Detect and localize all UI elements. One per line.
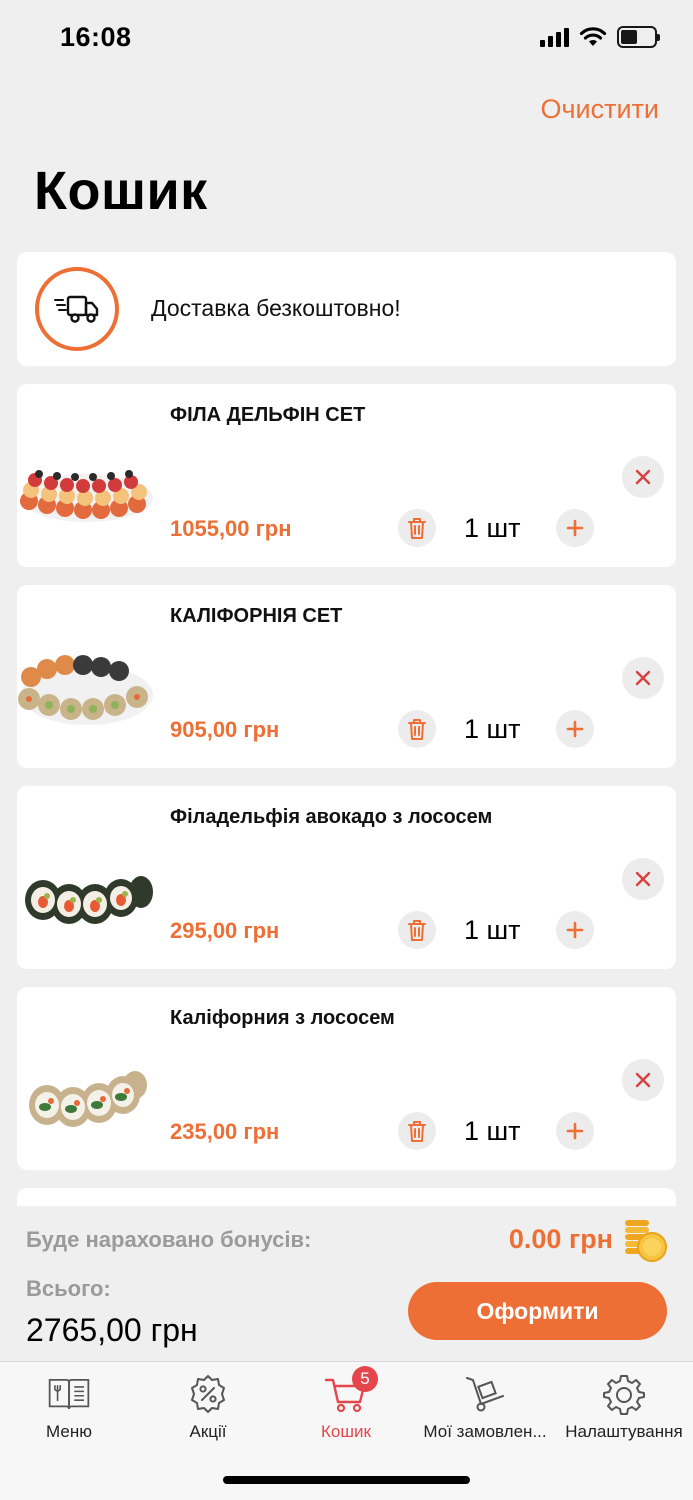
bonus-value: 0.00 грн [508,1224,613,1254]
total-label: Всього: [26,1276,111,1301]
battery-icon [617,26,660,48]
bonus-label: Буде нараховано бонусів: [26,1227,312,1252]
item-name: КАЛІФОРНІЯ СЕТ [170,605,343,627]
item-price: 1055,00 грн [170,516,292,541]
plus-icon [566,720,584,738]
cart-item: Каліфорния з лососем 235,00 грн 1 шт [17,987,676,1170]
status-time: 16:08 [60,22,132,52]
cart-item: Філадельфія авокадо з лососем 295,00 грн… [17,786,676,969]
item-name: Каліфорния з лососем [170,1007,395,1029]
item-name: ФІЛА ДЕЛЬФІН СЕТ [170,404,366,426]
discount-icon [186,1372,230,1416]
trash-icon [408,719,426,740]
tab-my-orders[interactable]: Мої замовлен... [416,1362,554,1452]
remove-item-button[interactable] [622,1059,664,1101]
delivery-truck-icon [35,267,119,351]
increase-quantity-button[interactable] [556,1112,594,1150]
decrease-quantity-button[interactable] [398,710,436,748]
cart-item: КАЛІФОРНІЯ СЕТ 905,00 грн 1 шт [17,585,676,768]
menu-book-icon [47,1372,91,1416]
item-quantity: 1 шт [464,513,521,543]
decrease-quantity-button[interactable] [398,911,436,949]
home-indicator[interactable] [223,1476,470,1484]
close-icon [635,871,651,887]
remove-item-button[interactable] [622,456,664,498]
product-image [29,1071,147,1127]
trash-icon [408,920,426,941]
close-icon [635,1072,651,1088]
plus-icon [566,519,584,537]
total-value: 2765,00 грн [26,1312,198,1348]
plus-icon [566,921,584,939]
gear-icon [602,1372,646,1416]
product-image [18,655,153,725]
trash-icon [408,518,426,539]
tab-menu[interactable]: Меню [0,1362,138,1452]
increase-quantity-button[interactable] [556,710,594,748]
tab-label: Налаштування [565,1422,683,1441]
close-icon [635,469,651,485]
page-title: Кошик [34,161,208,221]
cart-icon: 5 [324,1366,378,1416]
status-bar: 16:08 [0,0,693,80]
tab-cart[interactable]: 5 Кошик [277,1362,415,1452]
cart-count-badge: 5 [352,1366,378,1392]
cellular-signal-icon [540,27,569,47]
item-price: 905,00 грн [170,717,280,742]
checkout-button[interactable]: Оформити [408,1282,667,1340]
plus-icon [566,1122,584,1140]
item-quantity: 1 шт [464,915,521,945]
decrease-quantity-button[interactable] [398,1112,436,1150]
wifi-icon [579,27,607,46]
product-image [25,876,153,924]
item-price: 235,00 грн [170,1119,280,1144]
item-quantity: 1 шт [464,714,521,744]
tab-label: Меню [46,1422,92,1441]
item-quantity: 1 шт [464,1116,521,1146]
status-icons [540,26,660,48]
item-price: 295,00 грн [170,918,280,943]
remove-item-button[interactable] [622,858,664,900]
increase-quantity-button[interactable] [556,509,594,547]
delivery-text: Доставка безкоштовно! [151,295,401,321]
increase-quantity-button[interactable] [556,911,594,949]
coins-icon [625,1220,667,1262]
product-image [20,470,153,522]
tab-label: Кошик [321,1422,371,1441]
decrease-quantity-button[interactable] [398,509,436,547]
remove-item-button[interactable] [622,657,664,699]
clear-cart-button[interactable]: Очистити [540,94,659,125]
tab-label: Мої замовлен... [423,1422,547,1441]
delivery-banner: Доставка безкоштовно! [17,252,676,366]
cart-item: ФІЛА ДЕЛЬФІН СЕТ 1055,00 грн 1 шт [17,384,676,567]
close-icon [635,670,651,686]
trash-icon [408,1121,426,1142]
tab-settings[interactable]: Налаштування [555,1362,693,1452]
cart-summary: Буде нараховано бонусів: 0.00 грн Всього… [0,1206,693,1362]
hand-truck-icon [463,1372,507,1416]
tab-label: Акції [189,1422,227,1441]
tab-promotions[interactable]: Акції [139,1362,277,1452]
item-name: Філадельфія авокадо з лососем [170,806,493,828]
